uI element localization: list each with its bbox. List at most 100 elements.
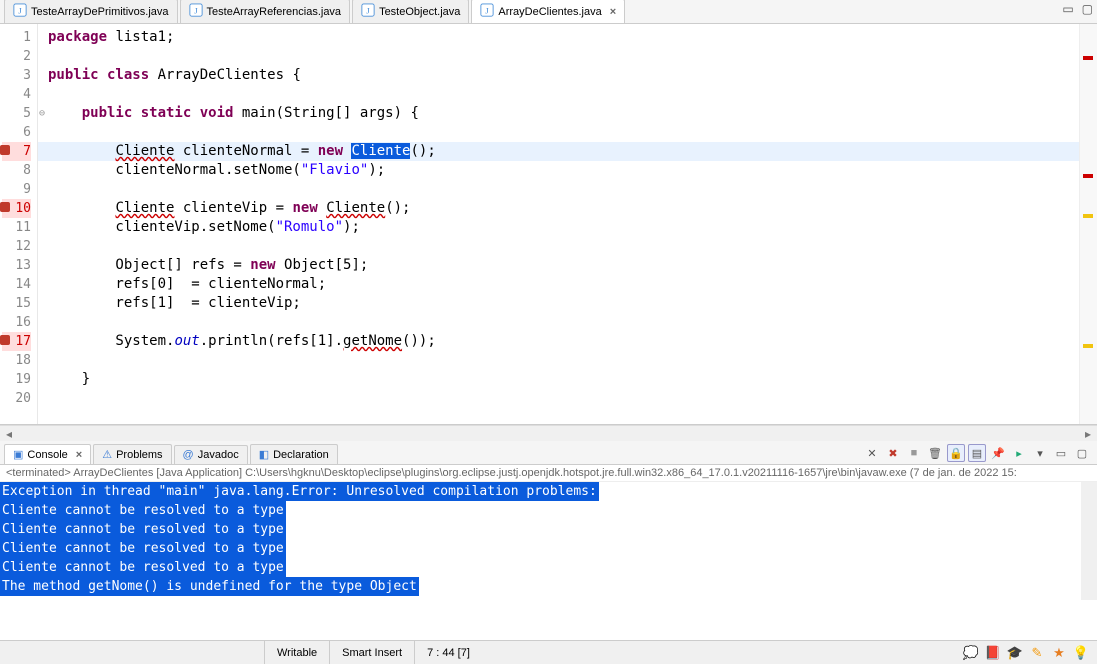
whatsnew-icon[interactable]: ★ xyxy=(1051,645,1067,661)
console-line: Cliente cannot be resolved to a type xyxy=(0,558,1097,577)
clear-console-icon[interactable]: 🗑 xyxy=(926,444,944,462)
line-number: 11 xyxy=(2,218,31,237)
tip-icon[interactable]: 💭 xyxy=(963,645,979,661)
minimize-view-icon[interactable]: ▭ xyxy=(1052,444,1070,462)
code-line[interactable]: public static void main(String[] args) { xyxy=(48,104,1079,123)
line-number: 9 xyxy=(2,180,31,199)
code-line[interactable] xyxy=(48,351,1079,370)
line-number: 20 xyxy=(2,389,31,408)
line-number: 14 xyxy=(2,275,31,294)
code-line[interactable]: Object[] refs = new Object[5]; xyxy=(48,256,1079,275)
view-tab-javadoc[interactable]: @ Javadoc xyxy=(174,445,248,464)
line-number: 13 xyxy=(2,256,31,275)
maximize-view-icon[interactable]: ▢ xyxy=(1073,444,1091,462)
code-line[interactable]: refs[0] = clienteNormal; xyxy=(48,275,1079,294)
code-line[interactable]: clienteNormal.setNome("Flavio"); xyxy=(48,161,1079,180)
view-tab-label: Console xyxy=(27,449,67,461)
view-tab-console[interactable]: ▣ Console × xyxy=(4,444,91,464)
error-marker[interactable] xyxy=(1083,174,1093,178)
editor-tab[interactable]: J ArrayDeClientes.java × xyxy=(471,0,625,23)
editor-tab[interactable]: J TesteArrayReferencias.java xyxy=(180,0,351,23)
line-number: 7 xyxy=(2,142,31,161)
code-line[interactable] xyxy=(48,389,1079,408)
open-console-icon[interactable]: ▾ xyxy=(1031,444,1049,462)
code-line[interactable]: package lista1; xyxy=(48,28,1079,47)
overview-ruler[interactable] xyxy=(1079,24,1097,424)
view-tab-label: Javadoc xyxy=(198,449,239,461)
problems-icon: ⚠ xyxy=(102,448,112,461)
scroll-lock-icon[interactable]: 🔒 xyxy=(947,444,965,462)
line-number: 4 xyxy=(2,85,31,104)
editor-tab[interactable]: JTesteObject.java xyxy=(352,0,469,23)
code-editor: 1234567891011121314151617181920 package … xyxy=(0,24,1097,425)
status-insert-mode: Smart Insert xyxy=(329,641,414,664)
display-selected-icon[interactable]: ▸ xyxy=(1010,444,1028,462)
line-number: 18 xyxy=(2,351,31,370)
line-number: 2 xyxy=(2,47,31,66)
scroll-right-icon[interactable]: ▸ xyxy=(1081,427,1095,441)
java-file-icon: J xyxy=(480,3,494,20)
code-line[interactable]: Cliente clienteVip = new Cliente(); xyxy=(48,199,1079,218)
remove-launch-icon[interactable]: ✕ xyxy=(863,444,881,462)
svg-text:J: J xyxy=(18,6,22,16)
status-bar: Writable Smart Insert 7 : 44 [7] 💭 📕 🎓 ✎… xyxy=(0,640,1097,664)
status-cursor-position: 7 : 44 [7] xyxy=(414,641,482,664)
code-line[interactable] xyxy=(48,313,1079,332)
scroll-left-icon[interactable]: ◂ xyxy=(2,427,16,441)
warning-marker[interactable] xyxy=(1083,344,1093,348)
pin-console-icon[interactable]: 📌 xyxy=(989,444,1007,462)
tip-of-day-icon[interactable]: 💡 xyxy=(1073,645,1089,661)
samples-icon[interactable]: 🎓 xyxy=(1007,645,1023,661)
status-writable: Writable xyxy=(264,641,329,664)
console-line: Cliente cannot be resolved to a type xyxy=(0,520,1097,539)
remove-all-launches-icon[interactable]: ✖ xyxy=(884,444,902,462)
code-line[interactable] xyxy=(48,237,1079,256)
code-line[interactable] xyxy=(48,47,1079,66)
editor-horizontal-scrollbar[interactable]: ◂ ▸ xyxy=(0,425,1097,441)
console-output[interactable]: Exception in thread "main" java.lang.Err… xyxy=(0,482,1097,600)
console-icon: ▣ xyxy=(13,448,23,461)
code-line[interactable]: } xyxy=(48,370,1079,389)
console-vertical-scrollbar[interactable] xyxy=(1081,482,1097,600)
code-line[interactable] xyxy=(48,85,1079,104)
code-line[interactable]: refs[1] = clienteVip; xyxy=(48,294,1079,313)
overview-icon[interactable]: 📕 xyxy=(985,645,1001,661)
view-tab-label: Declaration xyxy=(273,449,329,461)
code-line[interactable] xyxy=(48,180,1079,199)
code-area[interactable]: package lista1; public class ArrayDeClie… xyxy=(38,24,1079,424)
trim-icons: 💭 📕 🎓 ✎ ★ 💡 xyxy=(963,645,1097,661)
show-console-icon[interactable]: ▤ xyxy=(968,444,986,462)
java-file-icon: J xyxy=(189,3,203,20)
code-line[interactable]: public class ArrayDeClientes { xyxy=(48,66,1079,85)
code-line[interactable]: System.out.println(refs[1].getNome()); xyxy=(48,332,1079,351)
java-file-icon: J xyxy=(13,3,27,20)
warning-marker[interactable] xyxy=(1083,214,1093,218)
tab-label: TesteArrayDePrimitivos.java xyxy=(31,6,169,18)
line-number: 17 xyxy=(2,332,31,351)
view-tab-label: Problems xyxy=(116,449,162,461)
view-tab-declaration[interactable]: ◧ Declaration xyxy=(250,444,338,464)
code-line[interactable] xyxy=(48,123,1079,142)
terminate-icon[interactable]: ■ xyxy=(905,444,923,462)
line-number: 3 xyxy=(2,66,31,85)
editor-tab[interactable]: J TesteArrayDePrimitivos.java xyxy=(4,0,178,23)
code-line[interactable]: Cliente clienteNormal = new Cliente(); xyxy=(48,142,1079,161)
minimize-icon[interactable]: ▭ xyxy=(1062,2,1073,16)
tutorials-icon[interactable]: ✎ xyxy=(1029,645,1045,661)
declaration-icon: ◧ xyxy=(259,448,269,461)
close-icon[interactable]: × xyxy=(610,6,616,18)
tab-label: ArrayDeClientes.java xyxy=(498,6,601,18)
tab-label: TesteObject.java xyxy=(379,6,460,18)
code-line[interactable]: clienteVip.setNome("Romulo"); xyxy=(48,218,1079,237)
console-line: The method getNome() is undefined for th… xyxy=(0,577,1097,596)
maximize-icon[interactable]: ▢ xyxy=(1082,2,1093,16)
line-number: 19 xyxy=(2,370,31,389)
launch-description: <terminated> ArrayDeClientes [Java Appli… xyxy=(0,465,1097,482)
javadoc-icon: @ xyxy=(183,449,194,461)
tab-label: TesteArrayReferencias.java xyxy=(207,6,342,18)
line-number: 5 xyxy=(2,104,31,123)
close-icon[interactable]: × xyxy=(76,449,82,461)
error-marker[interactable] xyxy=(1083,56,1093,60)
view-tab-problems[interactable]: ⚠ Problems xyxy=(93,444,171,464)
console-line: Exception in thread "main" java.lang.Err… xyxy=(0,482,1097,501)
